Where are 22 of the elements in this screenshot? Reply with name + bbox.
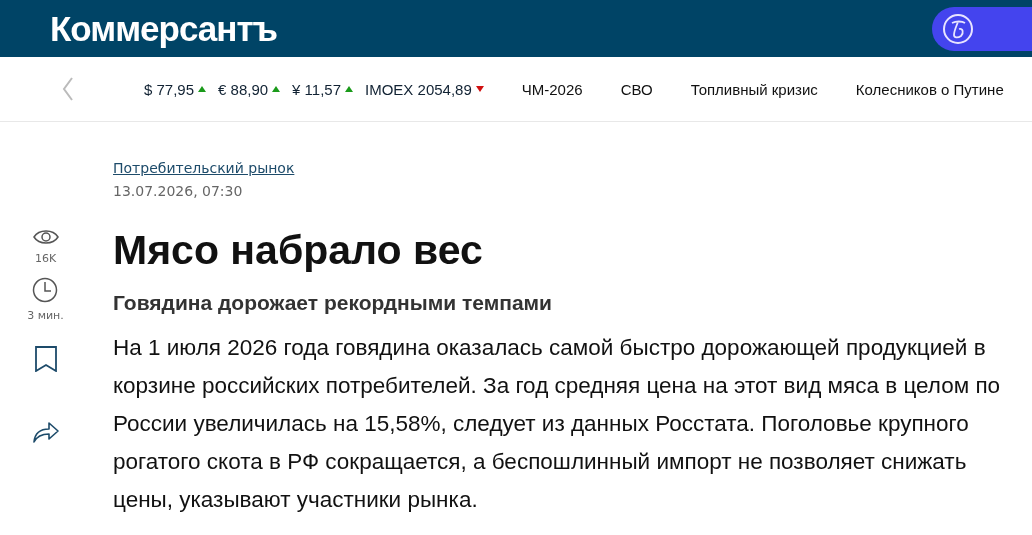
topic-link[interactable]: СВО (620, 80, 653, 98)
logo[interactable]: Коммерсантъ (50, 8, 278, 49)
article-lead: На 1 июля 2026 года говядина оказалась самой быстро дорожающей продукцией в корзине российских потребителей. За год средняя цена на этот вид мяса в целом по России увеличилась на 15,58%, следует из данных Росстата. Поголовье крупного рогатого скота в РФ сокращается, а беспошлинный импорт не позволяет снижать цены, указывают участники рынка. (113, 334, 1002, 514)
rubric-link[interactable]: Потребительский рынок (113, 160, 295, 176)
article-subtitle: Говядина дорожает рекордными темпами (113, 291, 554, 315)
clock-icon (32, 277, 59, 303)
topic-link[interactable]: Колесников о Путине (855, 80, 1004, 98)
read-time: 3 мин. (27, 309, 64, 322)
share-icon[interactable] (31, 420, 60, 444)
quote-link[interactable]: IMOEX 2054,89 (365, 80, 472, 98)
emblem-icon (942, 12, 974, 45)
publish-date: 13.07.2026, 07:30 (113, 183, 244, 199)
quote-link[interactable]: € 88,90 (218, 80, 269, 98)
article-title: Мясо набрало вес (113, 226, 484, 275)
quote-link[interactable]: $ 77,95 (144, 80, 195, 98)
bookmark-icon[interactable] (33, 346, 58, 372)
quote-link[interactable]: ¥ 11,57 (292, 80, 342, 98)
view-count: 16K (34, 252, 57, 265)
eye-icon (32, 228, 59, 246)
topic-link[interactable]: Топливный кризис (690, 80, 818, 98)
topic-link[interactable]: ЧМ-2026 (521, 80, 583, 98)
subscribe-button[interactable] (932, 6, 1032, 51)
